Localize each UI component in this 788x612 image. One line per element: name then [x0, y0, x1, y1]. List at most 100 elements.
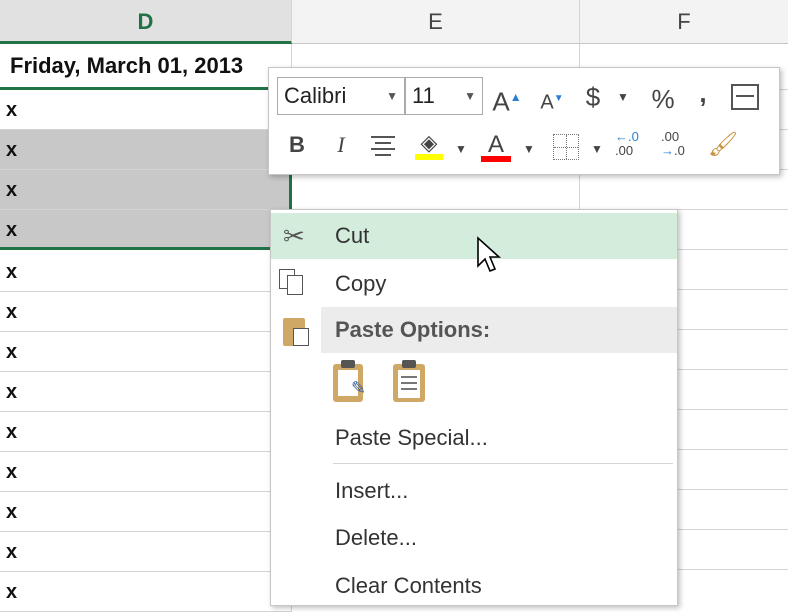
percent-icon: % [651, 84, 675, 114]
font-size-combo[interactable]: 11 ▼ [405, 77, 483, 115]
cell-d[interactable]: x [0, 292, 292, 332]
increase-decimal-button[interactable]: ←.0 .00 [615, 130, 651, 164]
font-size-value: 11 [412, 83, 435, 108]
grow-font-button[interactable]: A▲ [491, 78, 523, 121]
paste-options-icon [283, 316, 311, 348]
menu-item-copy[interactable]: Copy [271, 261, 677, 307]
merge-center-button[interactable] [731, 84, 759, 110]
cell-d[interactable]: x [0, 412, 292, 452]
column-header-f[interactable]: F [580, 0, 788, 44]
percent-button[interactable]: % [647, 80, 679, 118]
fill-color-dropdown[interactable]: ▼ [453, 130, 469, 168]
align-center-icon [371, 136, 395, 138]
borders-button[interactable] [553, 134, 579, 160]
currency-dropdown[interactable]: ▼ [615, 78, 631, 116]
menu-item-label: Paste Special... [335, 425, 488, 450]
font-name-value: Calibri [284, 83, 347, 108]
fill-color-button[interactable]: ◈ [413, 128, 445, 162]
dropdown-arrow-icon: ▼ [617, 90, 629, 104]
italic-button[interactable]: I [327, 126, 355, 164]
currency-icon: $ [585, 82, 601, 112]
align-center-button[interactable] [369, 136, 397, 156]
cell-d-selected[interactable]: x [0, 210, 292, 250]
align-line [371, 148, 395, 150]
date-cell[interactable]: Friday, March 01, 2013 [0, 44, 292, 90]
menu-item-clear-contents[interactable]: Clear Contents [271, 563, 677, 609]
increase-decimal-label: .00 [615, 143, 634, 158]
font-color-swatch [481, 156, 511, 162]
fill-color-swatch [415, 154, 443, 160]
shrink-font-button[interactable]: A▼ [537, 80, 567, 122]
menu-item-delete[interactable]: Delete... [271, 515, 677, 561]
borders-line [554, 147, 578, 148]
format-painter-button[interactable]: 🖌 [707, 126, 739, 164]
context-menu: ✂ Cut Copy Paste Options: ✎ Paste Specia… [270, 209, 678, 606]
font-color-dropdown[interactable]: ▼ [521, 130, 537, 168]
page-shape [293, 328, 309, 346]
font-name-combo[interactable]: Calibri ▼ [277, 77, 405, 115]
decrease-decimal-icon: .00 [661, 129, 680, 144]
text-line [401, 376, 417, 378]
align-line [375, 142, 391, 144]
cell-d[interactable]: x [0, 492, 292, 532]
cell-d[interactable]: x [0, 90, 292, 130]
comma-icon: , [699, 78, 707, 108]
column-header-d[interactable]: D [0, 0, 292, 44]
italic-icon: I [337, 132, 345, 157]
bold-button[interactable]: B [283, 126, 311, 164]
copy-icon [279, 269, 303, 295]
cell-d[interactable]: x [0, 532, 292, 572]
dropdown-arrow-icon: ▼ [523, 142, 535, 156]
menu-separator [333, 463, 673, 464]
cell-d[interactable]: x [0, 572, 292, 612]
dropdown-arrow-icon: ▼ [386, 89, 398, 103]
cell-d[interactable]: x [0, 252, 292, 292]
cell-d[interactable]: x [0, 372, 292, 412]
paste-formatting-button[interactable]: ✎ [331, 360, 369, 404]
cell-d[interactable]: x [0, 332, 292, 372]
column-header-e[interactable]: E [292, 0, 580, 44]
column-label: E [428, 9, 443, 34]
menu-item-label: Clear Contents [335, 573, 482, 598]
paintbrush-icon: ✎ [351, 378, 367, 398]
menu-item-cut[interactable]: ✂ Cut [271, 213, 677, 259]
dropdown-arrow-icon: ▼ [591, 142, 603, 156]
comma-style-button[interactable]: , [691, 74, 715, 112]
increase-decimal-icon: ←.0 [615, 129, 639, 144]
paste-options-header: Paste Options: [321, 307, 677, 353]
menu-item-label: Delete... [335, 525, 417, 550]
text-line [401, 382, 417, 384]
merge-icon [736, 95, 754, 97]
paste-options-label: Paste Options: [335, 317, 491, 342]
cell-d-selected[interactable]: x [0, 170, 292, 210]
column-label: F [677, 9, 691, 34]
align-line [375, 154, 391, 156]
copy-page [287, 275, 303, 295]
dropdown-arrow-icon: ▼ [455, 142, 467, 156]
bold-icon: B [289, 132, 305, 157]
arrow-right-icon: → [661, 143, 674, 158]
borders-dropdown[interactable]: ▼ [589, 130, 605, 168]
scissors-icon: ✂ [283, 221, 305, 251]
menu-item-insert[interactable]: Insert... [271, 468, 677, 514]
text-line [401, 388, 417, 390]
cell-d[interactable]: x [0, 452, 292, 492]
selection-border [289, 170, 292, 213]
font-color-button[interactable]: A [479, 126, 513, 164]
mini-toolbar: Calibri ▼ 11 ▼ A▲ A▼ $ ▼ % , B I ◈ ▼ A ▼… [268, 67, 780, 175]
currency-button[interactable]: $ [579, 78, 607, 116]
menu-item-paste-special[interactable]: Paste Special... [271, 415, 677, 461]
cell-d-selected[interactable]: x [0, 130, 292, 170]
decrease-decimal-button[interactable]: .00 →.0 [661, 130, 697, 164]
clip-top [402, 360, 416, 368]
menu-item-label: Insert... [335, 478, 409, 503]
decrease-decimal-label: .0 [674, 143, 685, 158]
menu-item-label: Copy [335, 271, 387, 296]
clip-paper [398, 370, 420, 398]
mouse-cursor-icon [477, 236, 502, 273]
dropdown-arrow-icon: ▼ [464, 89, 476, 103]
menu-item-label: Cut [335, 223, 370, 248]
grow-font-icon: A [492, 86, 510, 117]
column-label: D [137, 9, 154, 34]
paste-button[interactable] [391, 360, 429, 404]
